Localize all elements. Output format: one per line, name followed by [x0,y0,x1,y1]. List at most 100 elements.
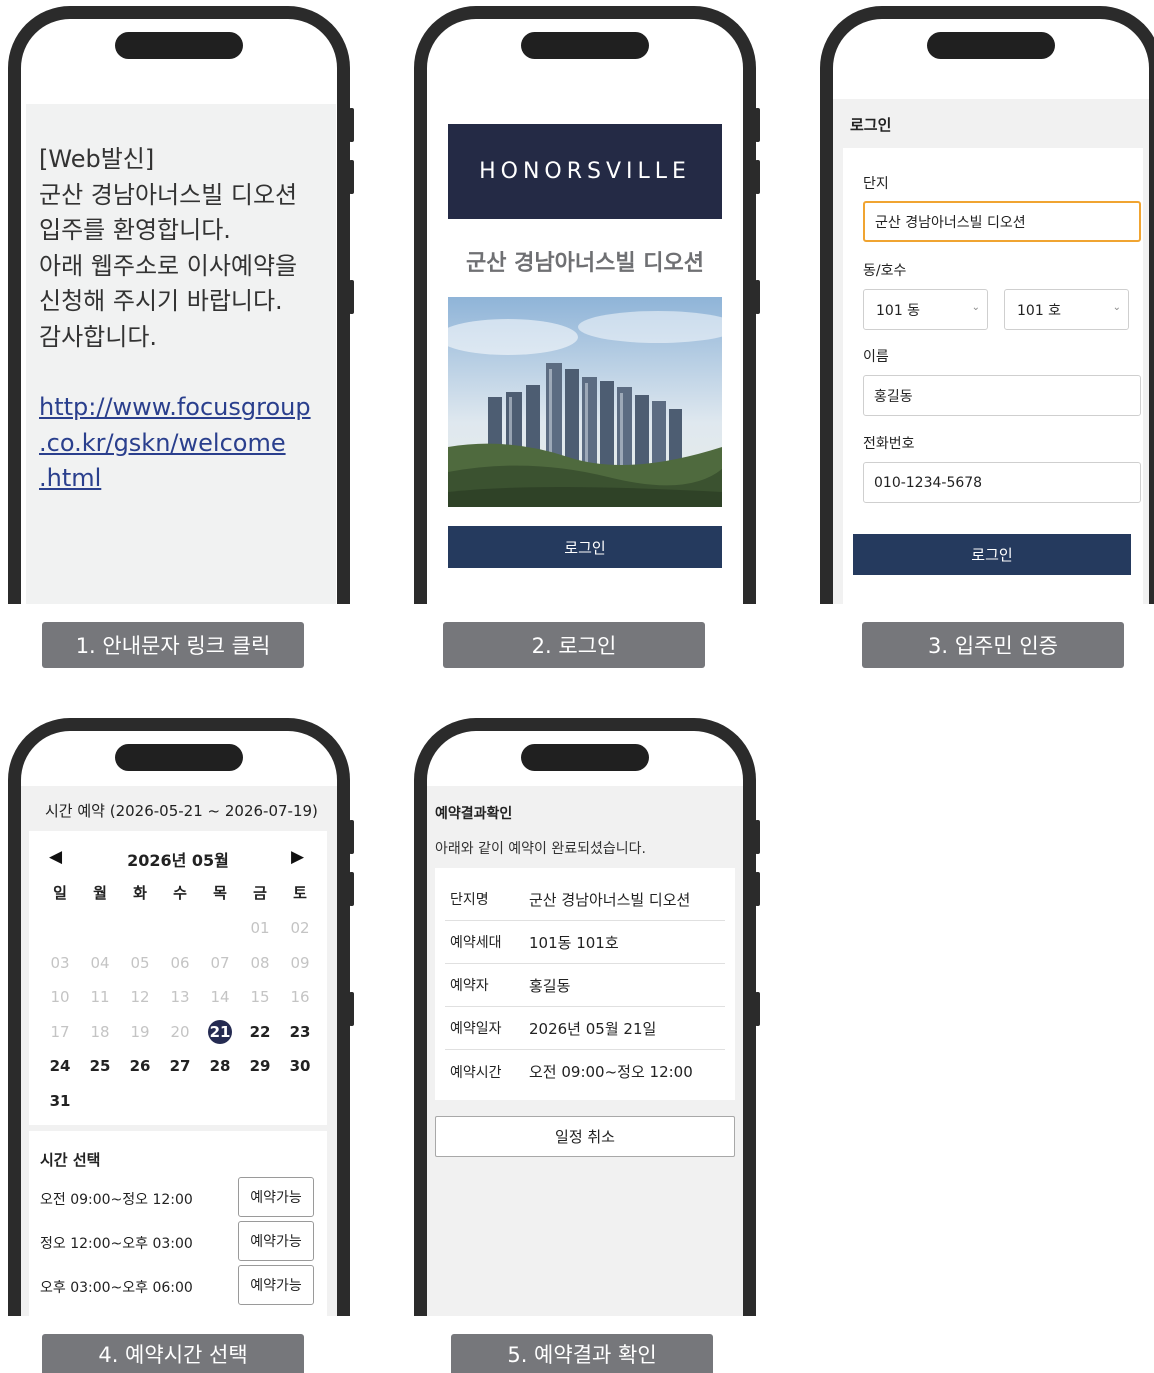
weekday-label: 목 [213,884,227,902]
calendar-day: 04 [90,953,110,972]
calendar-day: 08 [250,953,270,972]
phone-sms: [Web발신] 군산 경남아너스빌 디오션 입주를 환영합니다. 아래 웹주소로… [8,6,350,604]
result-key: 예약자 [450,978,489,994]
welcome-link[interactable]: http://www.focusgroup [39,390,326,426]
result-value: 2026년 05월 21일 [529,1019,657,1038]
dong-select[interactable]: 101 동 ⌄ [863,289,988,330]
side-button [349,108,354,142]
result-header: 예약결과확인 [435,806,513,822]
calendar-day: 17 [50,1022,70,1041]
calendar-day: 03 [50,953,70,972]
side-button [755,108,760,142]
sms-message: [Web발신] 군산 경남아너스빌 디오션 입주를 환영합니다. 아래 웹주소로… [26,104,336,604]
step-caption: 5. 예약결과 확인 [451,1334,713,1373]
login-header: 로그인 [850,116,892,134]
complex-title: 군산 경남아너스빌 디오션 [466,251,704,276]
side-button [755,872,760,906]
result-row: 예약자 홍길동 [445,964,725,1007]
calendar-day: 06 [170,953,190,972]
calendar-day: 10 [50,988,70,1006]
calendar-day-number: 21 [208,1019,232,1044]
calendar-day[interactable]: 29 [245,1054,275,1078]
ho-value: 101 호 [1017,302,1062,319]
time-selection: 시간 선택 오전 09:00~정오 12:00 예약가능 정오 12:00~오후… [29,1131,327,1316]
complex-label: 단지 [863,176,889,192]
calendar-day[interactable]: 31 [45,1089,75,1113]
phone-result: 예약결과확인 아래와 같이 예약이 완료되셨습니다. 단지명 군산 경남아너스빌… [414,718,756,1316]
result-row: 단지명 군산 경남아너스빌 디오션 [445,878,725,921]
building-image [448,297,722,507]
calendar-day: 11 [90,988,110,1006]
sms-line: 군산 경남아너스빌 디오션 [39,180,298,209]
calendar-day: 20 [170,1022,190,1041]
calendar-day[interactable]: 28 [205,1054,235,1078]
calendar-day[interactable]: 24 [45,1054,75,1078]
time-slot-label: 오후 03:00~오후 06:00 [40,1280,193,1296]
reserve-slot-button[interactable]: 예약가능 [238,1265,314,1305]
side-button [349,820,354,854]
phone-notch [521,744,649,771]
result-key: 단지명 [450,892,489,908]
phone-notch [115,32,243,59]
result-value: 101동 101호 [529,933,619,952]
calendar-day: 19 [130,1022,150,1041]
unit-label: 동/호수 [863,263,907,279]
result-row: 예약시간 오전 09:00~정오 12:00 [445,1050,725,1093]
step-caption: 3. 입주민 인증 [862,622,1124,668]
name-field[interactable]: 홍길동 [863,375,1141,416]
dong-value: 101 동 [876,302,921,319]
login-submit-button[interactable]: 로그인 [853,534,1131,575]
calendar-day: 05 [130,953,150,972]
name-label: 이름 [863,349,889,365]
calendar-day: 13 [170,988,190,1006]
complex-field[interactable]: 군산 경남아너스빌 디오션 [863,201,1141,242]
calendar-day: 07 [210,953,230,972]
calendar-day[interactable]: 30 [285,1054,315,1078]
phone-intro: HONORSVILLE 군산 경남아너스빌 디오션 로그인 [414,6,756,604]
calendar-day[interactable]: 23 [285,1020,315,1044]
result-subtitle: 아래와 같이 예약이 완료되셨습니다. [435,841,646,857]
sms-line: 아래 웹주소로 이사예약을 [39,251,298,280]
next-month-icon[interactable]: ▶ [291,847,304,867]
phone-reservation: 시간 예약 (2026-05-21 ~ 2026-07-19) ◀ 2026년 … [8,718,350,1316]
time-slot-label: 오전 09:00~정오 12:00 [40,1192,193,1208]
step-caption: 4. 예약시간 선택 [42,1334,304,1373]
welcome-link[interactable]: .html [39,461,326,497]
calendar-day: 14 [210,988,230,1006]
side-button [755,992,760,1026]
weekday-label: 월 [93,884,107,902]
weekday-label: 일 [53,884,67,902]
calendar-day[interactable]: 27 [165,1054,195,1078]
side-button [349,160,354,194]
calendar-day[interactable]: 25 [85,1054,115,1078]
calendar-day-selected[interactable]: 21 [205,1019,235,1044]
calendar-day: 15 [250,988,270,1006]
calendar-day[interactable]: 26 [125,1054,155,1078]
reserve-slot-button[interactable]: 예약가능 [238,1221,314,1261]
reserve-slot-button[interactable]: 예약가능 [238,1177,314,1217]
cancel-schedule-button[interactable]: 일정 취소 [435,1116,735,1157]
result-value: 오전 09:00~정오 12:00 [529,1063,693,1081]
calendar-day[interactable]: 22 [245,1020,275,1044]
chevron-down-icon: ⌄ [971,302,980,313]
chevron-down-icon: ⌄ [1112,302,1121,313]
result-value: 군산 경남아너스빌 디오션 [529,890,691,909]
brand-logo: HONORSVILLE [448,124,722,219]
calendar-month: 2026년 05월 [127,851,229,870]
step-caption: 2. 로그인 [443,622,705,668]
reservation-header: 시간 예약 (2026-05-21 ~ 2026-07-19) [45,802,318,820]
phone-notch [115,744,243,771]
ho-select[interactable]: 101 호 ⌄ [1004,289,1129,330]
phone-notch [927,32,1055,59]
result-table: 단지명 군산 경남아너스빌 디오션 예약세대 101동 101호 예약자 홍길동… [435,868,735,1100]
calendar-day: 18 [90,1022,110,1041]
side-button [349,992,354,1026]
calendar: ◀ 2026년 05월 ▶ 일 월 화 수 목 금 토 01 02 03 04 05 06 07 08 09 1… [29,831,327,1125]
welcome-link[interactable]: .co.kr/gskn/welcome [39,426,326,462]
result-row: 예약세대 101동 101호 [445,921,725,964]
time-selection-title: 시간 선택 [40,1151,101,1169]
phone-field[interactable]: 010-1234-5678 [863,462,1141,503]
side-button [755,160,760,194]
weekday-label: 수 [173,884,187,902]
login-button[interactable]: 로그인 [448,526,722,568]
